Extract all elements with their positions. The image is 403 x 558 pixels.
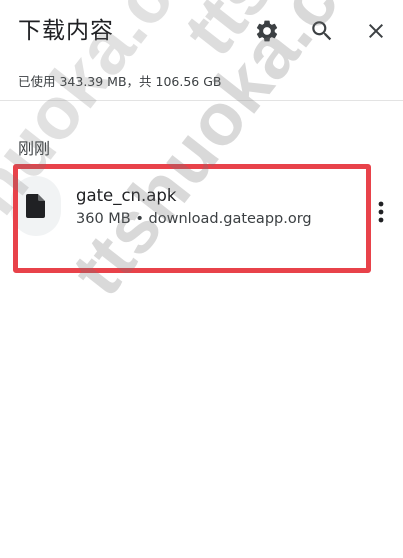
divider <box>0 100 403 101</box>
close-button[interactable] <box>357 12 395 50</box>
file-icon <box>26 194 45 218</box>
downloads-page: 下载内容 已使用 343.39 MB，共 106.56 GB 刚刚 gate_c… <box>0 0 403 558</box>
search-button[interactable] <box>303 12 341 50</box>
more-options-button[interactable] <box>369 192 393 232</box>
page-title: 下载内容 <box>18 18 114 44</box>
close-icon <box>369 24 383 38</box>
settings-gear-icon <box>256 20 278 42</box>
file-icon-container <box>11 176 61 236</box>
storage-summary: 已使用 343.39 MB，共 106.56 GB <box>18 74 222 89</box>
top-app-bar: 下载内容 <box>0 0 403 62</box>
search-icon <box>312 21 332 41</box>
file-name: gate_cn.apk <box>76 186 177 205</box>
more-vert-icon <box>378 201 384 223</box>
file-meta: 360 MB • download.gateapp.org <box>76 211 312 227</box>
settings-button[interactable] <box>248 12 286 50</box>
download-item[interactable]: gate_cn.apk 360 MB • download.gateapp.or… <box>0 168 403 264</box>
section-header-just-now: 刚刚 <box>18 139 51 158</box>
